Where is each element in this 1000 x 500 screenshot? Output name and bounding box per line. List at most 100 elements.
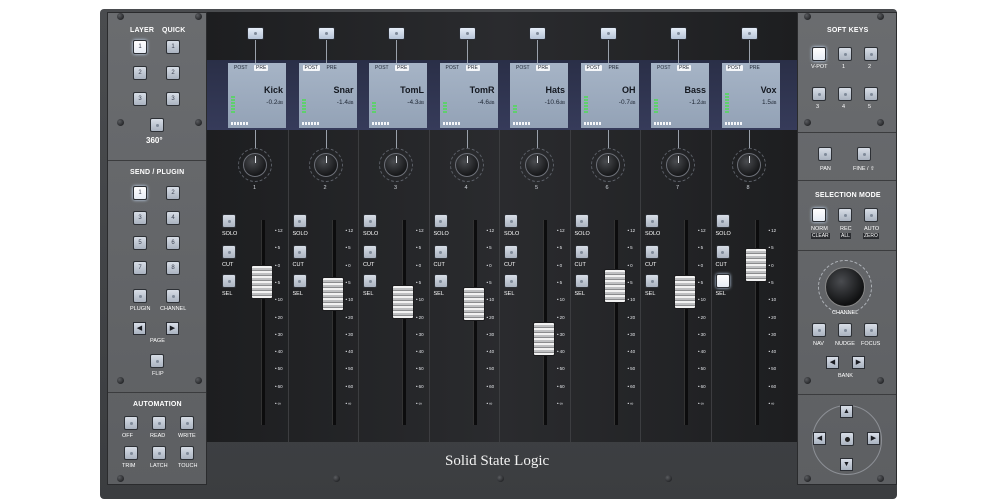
auto-button[interactable] bbox=[864, 208, 878, 222]
strip-3-vpot-knob[interactable] bbox=[384, 153, 408, 177]
quick-2-button[interactable]: 2 bbox=[166, 66, 180, 80]
strip-1-cut-button[interactable] bbox=[222, 245, 236, 259]
strip-2-solo-button[interactable] bbox=[292, 214, 307, 228]
flip-button[interactable] bbox=[150, 354, 164, 368]
send-8-button[interactable]: 8 bbox=[166, 261, 180, 275]
send-3-button[interactable]: 3 bbox=[133, 211, 147, 225]
strip-1-select-key[interactable] bbox=[247, 27, 264, 40]
strip-3-select-key[interactable] bbox=[388, 27, 405, 40]
strip-8-select-key[interactable] bbox=[740, 27, 758, 40]
send-2-button[interactable]: 2 bbox=[166, 186, 180, 200]
send-6-button[interactable]: 6 bbox=[166, 236, 180, 250]
bank-left-button[interactable]: ◀ bbox=[826, 356, 839, 369]
nudge-button[interactable] bbox=[838, 323, 852, 337]
strip-8-vpot-knob[interactable] bbox=[736, 153, 761, 177]
soft-key-2-button[interactable] bbox=[864, 47, 878, 61]
strip-8-solo-button[interactable] bbox=[715, 214, 730, 228]
fine-button[interactable] bbox=[857, 147, 871, 161]
strip-1-solo-button[interactable] bbox=[222, 214, 236, 228]
strip-7-cut-button[interactable] bbox=[645, 245, 659, 259]
strip-8-cut-button[interactable] bbox=[715, 245, 730, 259]
send-7-button[interactable]: 7 bbox=[133, 261, 147, 275]
strip-7-sel-button[interactable] bbox=[645, 274, 659, 288]
automation-off-button[interactable] bbox=[124, 416, 138, 430]
layer-1-button[interactable]: 1 bbox=[133, 40, 147, 54]
strip-6-vpot-knob[interactable] bbox=[595, 153, 620, 177]
strip-8-fader[interactable] bbox=[744, 248, 767, 283]
soft-key-1-button[interactable] bbox=[838, 47, 852, 61]
bank-label: BANK bbox=[838, 373, 853, 379]
strip-6-sel-button[interactable] bbox=[574, 274, 589, 288]
channel-encoder-knob[interactable] bbox=[825, 267, 865, 307]
strip-3-solo-button[interactable] bbox=[363, 214, 377, 228]
view-360-button[interactable] bbox=[150, 118, 164, 132]
strip-2-select-key[interactable] bbox=[317, 27, 335, 40]
strip-7-fader[interactable] bbox=[674, 274, 696, 309]
channel-button[interactable] bbox=[166, 289, 180, 303]
nav-button[interactable] bbox=[812, 323, 826, 337]
strip-2-cut-button[interactable] bbox=[292, 245, 307, 259]
strip-5-fader[interactable] bbox=[533, 321, 555, 356]
strip-7-vpot-knob[interactable] bbox=[666, 153, 690, 177]
strip-2-fader[interactable] bbox=[321, 276, 344, 311]
strip-7-solo-button[interactable] bbox=[645, 214, 659, 228]
soft-key-4-button[interactable] bbox=[838, 87, 852, 101]
strip-4-fader[interactable] bbox=[462, 287, 485, 322]
plugin-button[interactable] bbox=[133, 289, 147, 303]
nav-center-button[interactable] bbox=[840, 432, 854, 446]
strip-3-cut-button[interactable] bbox=[363, 245, 377, 259]
strip-3-fader[interactable] bbox=[392, 285, 414, 319]
strip-6-select-key[interactable] bbox=[599, 27, 617, 40]
strip-4-vpot-knob[interactable] bbox=[454, 153, 479, 177]
automation-latch-button[interactable] bbox=[152, 446, 166, 460]
strip-5-sel-button[interactable] bbox=[504, 274, 518, 288]
layer-2-button[interactable]: 2 bbox=[133, 66, 147, 80]
strip-5-solo-button[interactable] bbox=[504, 214, 518, 228]
automation-read-button[interactable] bbox=[152, 416, 166, 430]
layer-3-button[interactable]: 3 bbox=[133, 92, 147, 106]
up-button[interactable]: ▲ bbox=[840, 405, 853, 418]
pan-button[interactable] bbox=[818, 147, 832, 161]
soft-key-v-pot-button[interactable] bbox=[812, 47, 826, 61]
soft-key-5-button[interactable] bbox=[864, 87, 878, 101]
send-4-button[interactable]: 4 bbox=[166, 211, 180, 225]
page-right-button[interactable]: ▶ bbox=[166, 322, 179, 335]
quick-1-button[interactable]: 1 bbox=[166, 40, 180, 54]
soft-key-3-button[interactable] bbox=[812, 87, 826, 101]
strip-4-solo-button[interactable] bbox=[433, 214, 448, 228]
strip-4-sel-button[interactable] bbox=[433, 274, 448, 288]
strip-3-sel-button[interactable] bbox=[363, 274, 377, 288]
strip-8-sel-button[interactable] bbox=[715, 274, 730, 288]
meter-segment bbox=[724, 111, 729, 113]
strip-4-select-key[interactable] bbox=[458, 27, 476, 40]
send-1-button[interactable]: 1 bbox=[133, 186, 147, 200]
norm-button[interactable] bbox=[812, 208, 826, 222]
fader-scale-mark: 5 bbox=[698, 280, 710, 285]
automation-write-button[interactable] bbox=[180, 416, 194, 430]
strip-2-sel-button[interactable] bbox=[292, 274, 307, 288]
send-5-button[interactable]: 5 bbox=[133, 236, 147, 250]
automation-trim-button[interactable] bbox=[124, 446, 138, 460]
strip-7-select-key[interactable] bbox=[670, 27, 687, 40]
strip-5-vpot-knob[interactable] bbox=[525, 153, 549, 177]
strip-6-solo-button[interactable] bbox=[574, 214, 589, 228]
focus-button[interactable] bbox=[864, 323, 878, 337]
strip-4-cut-button[interactable] bbox=[433, 245, 448, 259]
strip-5-cut-button[interactable] bbox=[504, 245, 518, 259]
strip-5-select-key[interactable] bbox=[529, 27, 546, 40]
rec-button[interactable] bbox=[838, 208, 852, 222]
strip-2-vpot-knob[interactable] bbox=[313, 153, 338, 177]
strip-6-fader[interactable] bbox=[603, 268, 626, 303]
left-button[interactable]: ◀ bbox=[813, 432, 826, 445]
strip-1-fader[interactable] bbox=[251, 264, 273, 299]
right-button[interactable]: ▶ bbox=[867, 432, 880, 445]
page-left-button[interactable]: ◀ bbox=[133, 322, 146, 335]
strip-1-sel-button[interactable] bbox=[222, 274, 236, 288]
down-button[interactable]: ▼ bbox=[840, 458, 853, 471]
divider bbox=[798, 250, 896, 251]
strip-6-cut-button[interactable] bbox=[574, 245, 589, 259]
automation-touch-button[interactable] bbox=[180, 446, 194, 460]
quick-3-button[interactable]: 3 bbox=[166, 92, 180, 106]
bank-right-button[interactable]: ▶ bbox=[852, 356, 865, 369]
strip-1-vpot-knob[interactable] bbox=[243, 153, 267, 177]
